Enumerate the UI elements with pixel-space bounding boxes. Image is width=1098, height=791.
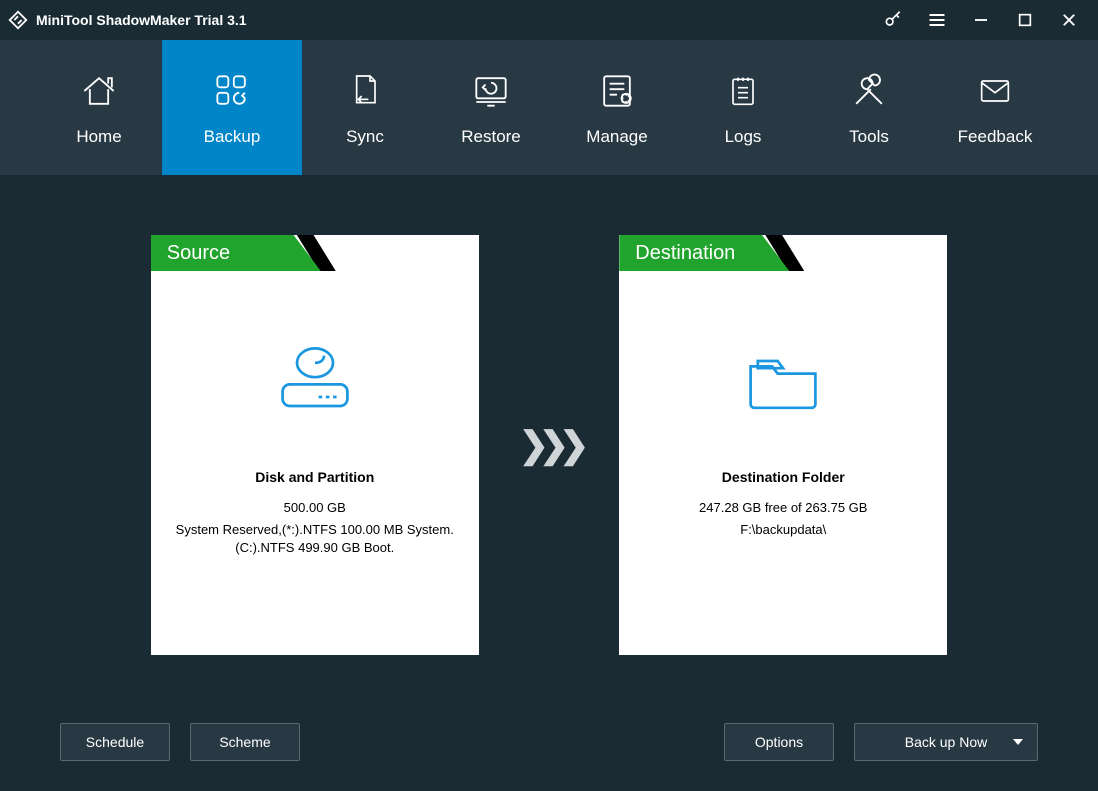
schedule-button[interactable]: Schedule bbox=[60, 723, 170, 761]
backup-now-label: Back up Now bbox=[905, 734, 987, 750]
options-button[interactable]: Options bbox=[724, 723, 834, 761]
nav-label: Restore bbox=[461, 127, 521, 147]
nav-label: Backup bbox=[204, 127, 261, 147]
arrow-chevrons-icon: ❯❯❯ bbox=[519, 424, 580, 466]
close-button[interactable] bbox=[1058, 9, 1080, 31]
nav-home[interactable]: Home bbox=[36, 40, 162, 175]
nav-backup[interactable]: Backup bbox=[162, 40, 302, 175]
nav-logs[interactable]: Logs bbox=[680, 40, 806, 175]
feedback-icon bbox=[973, 69, 1017, 113]
source-heading: Disk and Partition bbox=[151, 469, 479, 485]
manage-icon bbox=[595, 69, 639, 113]
content-area: Source Disk and Partition 500.00 GB Syst… bbox=[0, 175, 1098, 791]
source-detail: System Reserved,(*:).NTFS 100.00 MB Syst… bbox=[171, 521, 459, 557]
app-logo-icon bbox=[6, 8, 30, 32]
tools-icon bbox=[847, 69, 891, 113]
source-size: 500.00 GB bbox=[171, 499, 459, 517]
destination-free: 247.28 GB free of 263.75 GB bbox=[639, 499, 927, 517]
maximize-button[interactable] bbox=[1014, 9, 1036, 31]
nav-label: Manage bbox=[586, 127, 647, 147]
app-title: MiniTool ShadowMaker Trial 3.1 bbox=[36, 12, 247, 28]
destination-panel[interactable]: Destination Destination Folder 247.28 GB… bbox=[619, 235, 947, 655]
dropdown-caret-icon bbox=[1013, 739, 1023, 745]
folder-icon bbox=[619, 339, 947, 419]
destination-path: F:\backupdata\ bbox=[639, 521, 927, 539]
main-nav: Home Backup Sync Restore bbox=[0, 40, 1098, 175]
nav-feedback[interactable]: Feedback bbox=[932, 40, 1058, 175]
sync-icon bbox=[343, 69, 387, 113]
nav-tools[interactable]: Tools bbox=[806, 40, 932, 175]
backup-now-button[interactable]: Back up Now bbox=[854, 723, 1038, 761]
home-icon bbox=[77, 69, 121, 113]
destination-tab-label: Destination bbox=[619, 235, 789, 271]
bottom-button-row: Schedule Scheme Options Back up Now bbox=[60, 723, 1038, 761]
nav-sync[interactable]: Sync bbox=[302, 40, 428, 175]
minimize-button[interactable] bbox=[970, 9, 992, 31]
nav-label: Tools bbox=[849, 127, 889, 147]
source-tab-label: Source bbox=[151, 235, 321, 271]
nav-restore[interactable]: Restore bbox=[428, 40, 554, 175]
logs-icon bbox=[721, 69, 765, 113]
nav-label: Logs bbox=[725, 127, 762, 147]
key-icon[interactable] bbox=[882, 9, 904, 31]
menu-icon[interactable] bbox=[926, 9, 948, 31]
source-panel[interactable]: Source Disk and Partition 500.00 GB Syst… bbox=[151, 235, 479, 655]
restore-icon bbox=[469, 69, 513, 113]
scheme-button[interactable]: Scheme bbox=[190, 723, 300, 761]
disk-icon bbox=[151, 339, 479, 419]
destination-heading: Destination Folder bbox=[619, 469, 947, 485]
nav-label: Home bbox=[76, 127, 121, 147]
nav-manage[interactable]: Manage bbox=[554, 40, 680, 175]
nav-label: Feedback bbox=[958, 127, 1033, 147]
backup-icon bbox=[210, 69, 254, 113]
titlebar: MiniTool ShadowMaker Trial 3.1 bbox=[0, 0, 1098, 40]
nav-label: Sync bbox=[346, 127, 384, 147]
